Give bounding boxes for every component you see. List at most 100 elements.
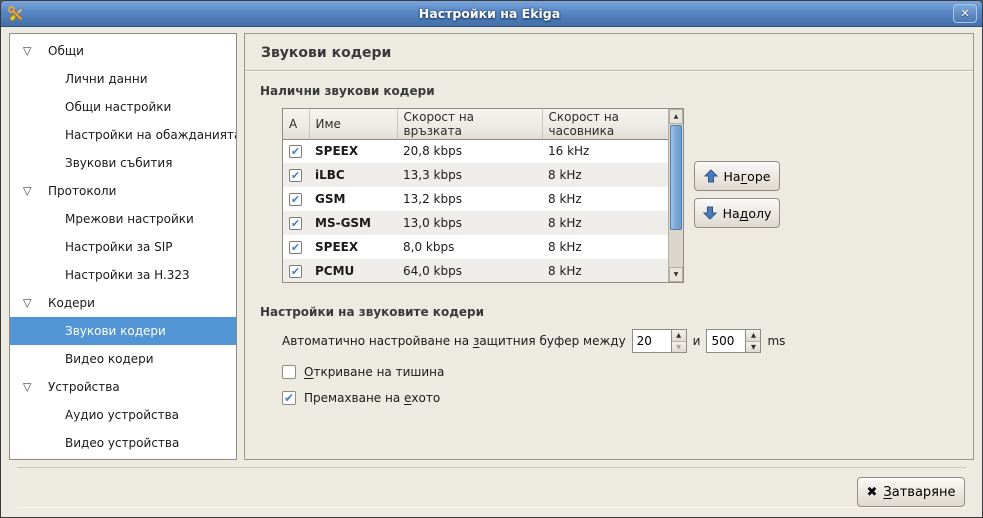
move-down-label: Надолу	[723, 206, 772, 221]
close-x-icon: ✖	[867, 485, 878, 500]
dialog-action-area: ✖ Затваряне	[17, 467, 966, 507]
title-separator	[245, 70, 973, 71]
codec-enabled-checkbox[interactable]: ✔	[289, 241, 302, 254]
table-scrollbar[interactable]: ▲ ▼	[668, 109, 683, 282]
table-row[interactable]: ✔ PCMU 64,0 kbps 8 kHz	[283, 259, 668, 282]
move-up-button[interactable]: Нагоре	[694, 161, 780, 191]
window-close-button[interactable]: ✕	[953, 4, 977, 23]
codec-clockrate: 16 kHz	[542, 139, 668, 163]
codec-enabled-checkbox[interactable]: ✔	[289, 145, 302, 158]
expander-icon[interactable]: ▽	[23, 46, 31, 57]
sidebar-item-label: Кодери	[48, 296, 95, 310]
codec-name: iLBC	[309, 163, 397, 187]
codec-clockrate: 8 kHz	[542, 259, 668, 282]
move-down-button[interactable]: Надолу	[694, 198, 780, 228]
codec-name: SPEEX	[309, 235, 397, 259]
audio-codecs-panel: Звукови кодери Налични звукови кодери А …	[244, 33, 974, 460]
dialog-content: ▽ Общи Лични данни Общи настройки Настро…	[1, 27, 982, 507]
codec-bitrate: 13,3 kbps	[397, 163, 542, 187]
table-row[interactable]: ✔ SPEEX 8,0 kbps 8 kHz	[283, 235, 668, 259]
codecs-table: А Име Скорост на връзката Скорост на час…	[282, 108, 684, 283]
table-row[interactable]: ✔ GSM 13,2 kbps 8 kHz	[283, 187, 668, 211]
codec-clockrate: 8 kHz	[542, 211, 668, 235]
silence-detection-checkbox[interactable]	[282, 365, 296, 379]
sidebar-item-label: Устройства	[48, 380, 120, 394]
window-title: Настройки на Ekiga	[26, 6, 953, 21]
expander-icon[interactable]: ▽	[23, 298, 31, 309]
sidebar-item-sound-events[interactable]: Звукови събития	[10, 149, 236, 177]
codec-enabled-checkbox[interactable]: ✔	[289, 217, 302, 230]
column-header-bitrate[interactable]: Скорост на връзката	[397, 109, 542, 139]
codec-clockrate: 8 kHz	[542, 163, 668, 187]
sidebar-item-codecs[interactable]: ▽ Кодери	[10, 289, 236, 317]
codec-clockrate: 8 kHz	[542, 187, 668, 211]
sidebar-item-label: Настройки за SIP	[65, 240, 173, 254]
sidebar-item-label: Звукови събития	[65, 156, 172, 170]
scroll-down-icon[interactable]: ▼	[669, 267, 683, 282]
sidebar-item-label: Настройки за H.323	[65, 268, 190, 282]
codec-bitrate: 13,2 kbps	[397, 187, 542, 211]
sidebar-item-label: Настройки на обажданията	[65, 128, 237, 142]
sidebar-item-video-devices[interactable]: Видео устройства	[10, 429, 236, 457]
table-row[interactable]: ✔ MS-GSM 13,0 kbps 8 kHz	[283, 211, 668, 235]
move-up-label: Нагоре	[724, 169, 771, 184]
jitter-min-input[interactable]	[633, 330, 671, 352]
spin-up-icon[interactable]: ▲	[746, 330, 760, 342]
sidebar-item-protocols[interactable]: ▽ Протоколи	[10, 177, 236, 205]
codec-name: SPEEX	[309, 139, 397, 163]
column-header-name[interactable]: Име	[309, 109, 397, 139]
close-button[interactable]: ✖ Затваряне	[857, 477, 965, 507]
sidebar-item-h323-settings[interactable]: Настройки за H.323	[10, 261, 236, 289]
sidebar-item-audio-codecs[interactable]: Звукови кодери	[10, 317, 236, 345]
sidebar-item-label: Звукови кодери	[65, 324, 166, 338]
codec-enabled-checkbox[interactable]: ✔	[289, 169, 302, 182]
sidebar-item-label: Лични данни	[65, 72, 148, 86]
sidebar-item-personal-data[interactable]: Лични данни	[10, 65, 236, 93]
sidebar-item-call-options[interactable]: Настройки на обажданията	[10, 121, 236, 149]
codec-enabled-checkbox[interactable]: ✔	[289, 265, 302, 278]
jitter-conjunction-label: и	[693, 334, 701, 348]
page-title: Звукови кодери	[245, 34, 973, 70]
sidebar-item-general[interactable]: ▽ Общи	[10, 37, 236, 65]
codec-name: GSM	[309, 187, 397, 211]
echo-cancellation-option[interactable]: ✔ Премахване на ехото	[282, 391, 973, 405]
codec-enabled-checkbox[interactable]: ✔	[289, 193, 302, 206]
sidebar-item-label: Общи настройки	[65, 100, 171, 114]
scroll-up-icon[interactable]: ▲	[669, 109, 683, 124]
expander-icon[interactable]: ▽	[23, 382, 31, 393]
preferences-tree: ▽ Общи Лични данни Общи настройки Настро…	[9, 33, 237, 460]
jitter-max-input[interactable]	[707, 330, 745, 352]
echo-cancellation-checkbox[interactable]: ✔	[282, 391, 296, 405]
table-row[interactable]: ✔ SPEEX 20,8 kbps 16 kHz	[283, 139, 668, 163]
sidebar-item-label: Аудио устройства	[65, 408, 179, 422]
codec-name: PCMU	[309, 259, 397, 282]
scrollbar-thumb[interactable]	[670, 125, 682, 230]
table-row[interactable]: ✔ iLBC 13,3 kbps 8 kHz	[283, 163, 668, 187]
sidebar-item-label: Общи	[48, 44, 84, 58]
column-header-active[interactable]: А	[283, 109, 309, 139]
sidebar-item-network-settings[interactable]: Мрежови настройки	[10, 205, 236, 233]
sidebar-item-audio-devices[interactable]: Аудио устройства	[10, 401, 236, 429]
echo-cancellation-label: Премахване на ехото	[304, 391, 440, 405]
sidebar-item-devices[interactable]: ▽ Устройства	[10, 373, 236, 401]
sidebar-item-sip-settings[interactable]: Настройки за SIP	[10, 233, 236, 261]
sidebar-item-label: Протоколи	[48, 184, 116, 198]
preferences-dialog: Настройки на Ekiga ✕ ▽ Общи Лични данни …	[0, 0, 983, 518]
spin-down-icon[interactable]: ▼	[672, 342, 686, 353]
titlebar[interactable]: Настройки на Ekiga ✕	[1, 1, 982, 27]
spin-down-icon[interactable]: ▼	[746, 342, 760, 353]
spin-up-icon[interactable]: ▲	[672, 330, 686, 342]
jitter-min-spinner: ▲ ▼	[632, 329, 687, 353]
available-codecs-section-title: Налични звукови кодери	[260, 84, 958, 98]
jitter-buffer-label: Автоматично настройване на защитния буфе…	[282, 334, 626, 348]
codec-bitrate: 8,0 kbps	[397, 235, 542, 259]
silence-detection-option[interactable]: Откриване на тишина	[282, 365, 973, 379]
expander-icon[interactable]: ▽	[23, 186, 31, 197]
sidebar-item-video-codecs[interactable]: Видео кодери	[10, 345, 236, 373]
arrow-up-icon	[704, 169, 718, 183]
column-header-clockrate[interactable]: Скорост на часовника	[542, 109, 668, 139]
jitter-unit-label: ms	[767, 334, 785, 348]
codec-clockrate: 8 kHz	[542, 235, 668, 259]
jitter-max-spinner: ▲ ▼	[706, 329, 761, 353]
sidebar-item-general-settings[interactable]: Общи настройки	[10, 93, 236, 121]
